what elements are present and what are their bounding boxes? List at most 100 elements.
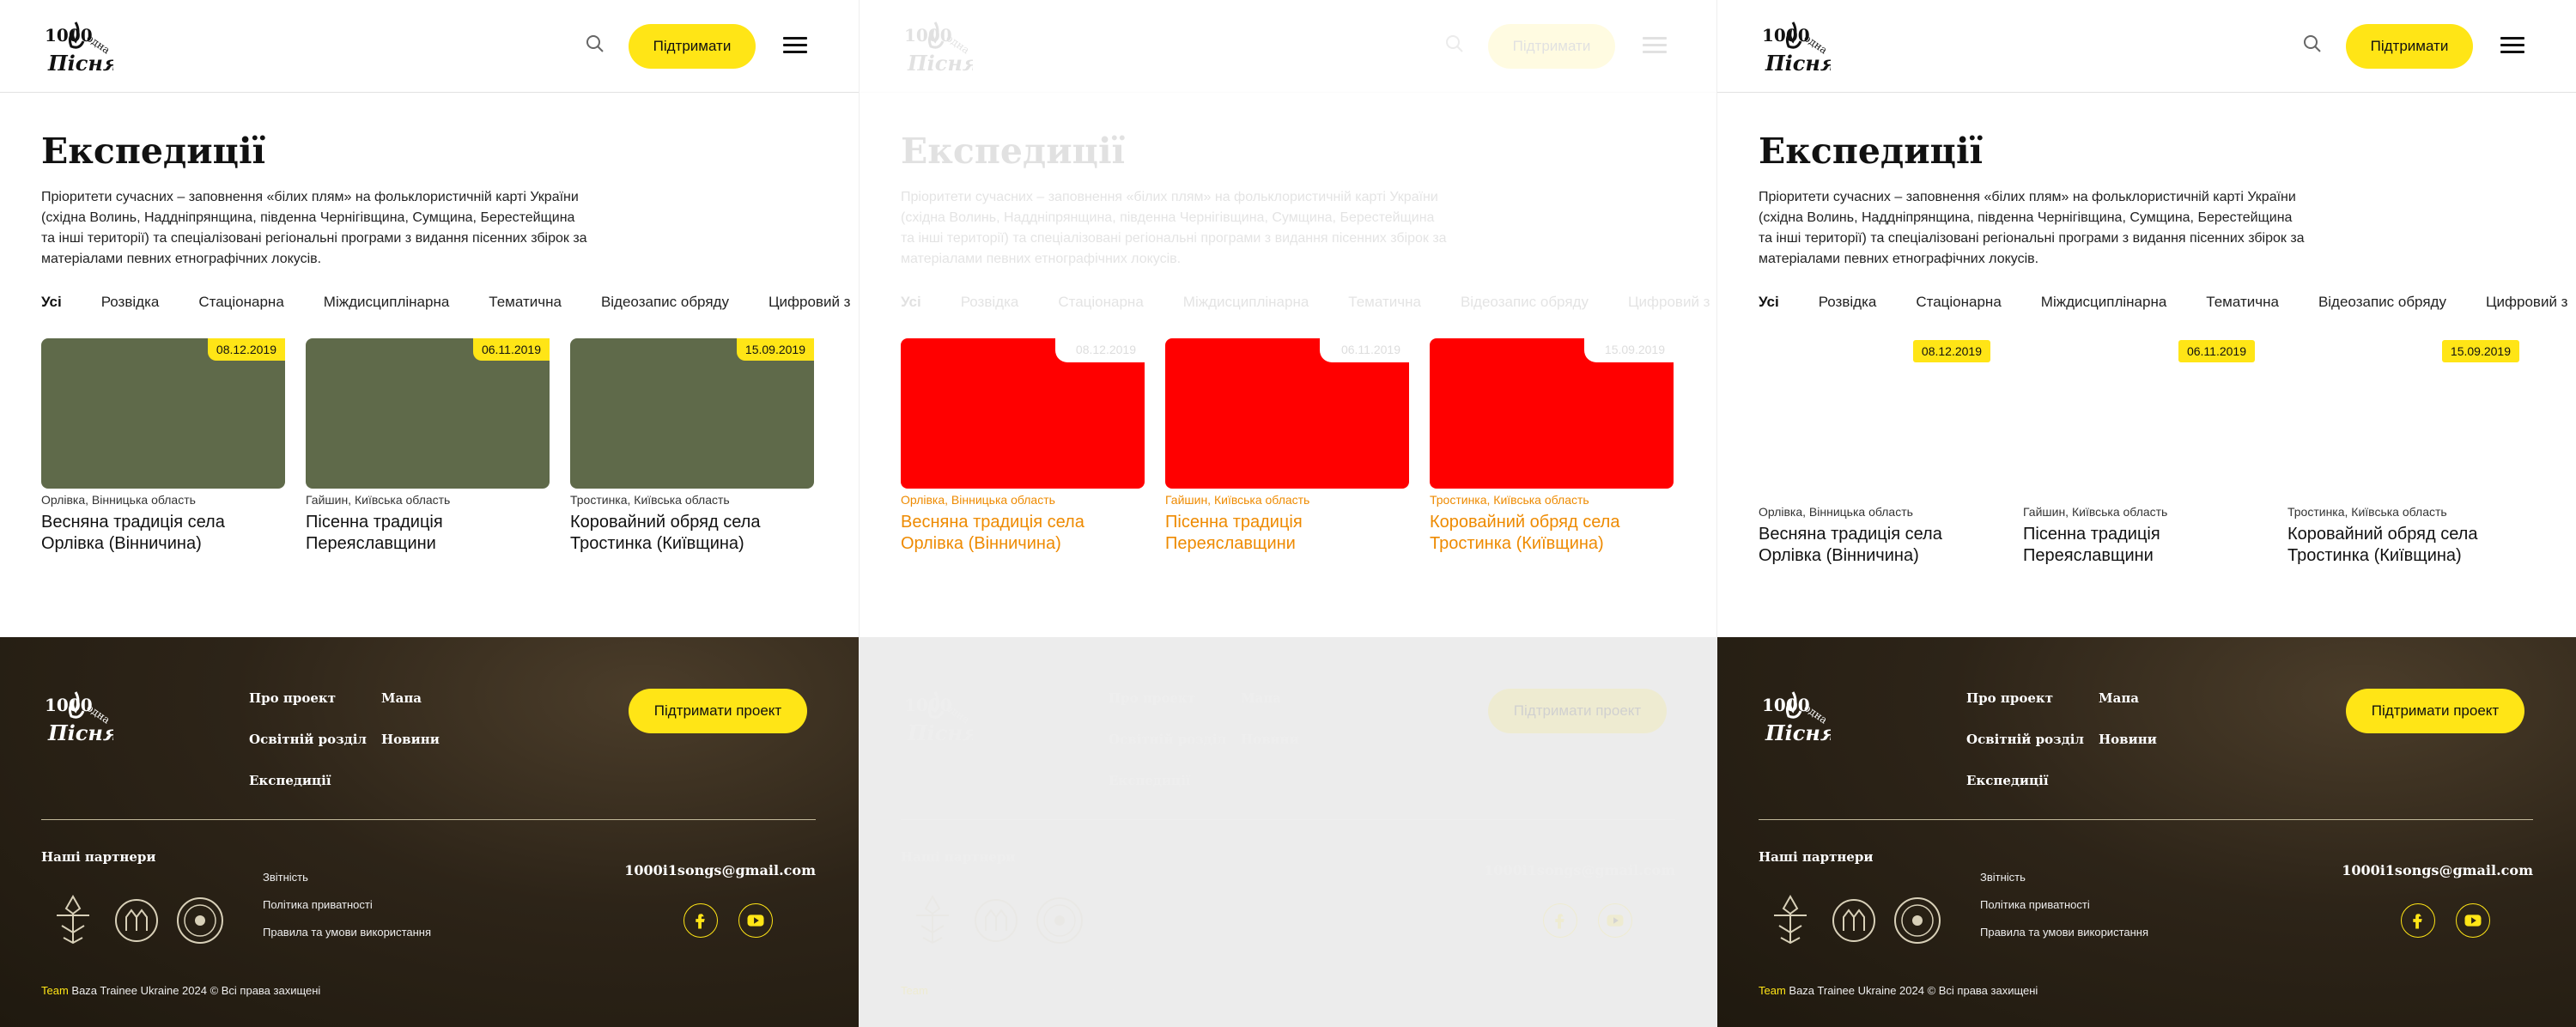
youtube-icon[interactable]	[2456, 903, 2490, 938]
search-icon[interactable]	[2301, 33, 2324, 55]
search-icon[interactable]	[1443, 33, 1466, 55]
filter-tab-reconnaissance[interactable]: Розвідка	[1819, 294, 1877, 311]
footer-link-privacy[interactable]: Політика приватності	[1980, 898, 2090, 911]
footer-nav-news[interactable]: Новини	[1241, 732, 1299, 747]
filter-tab-digital[interactable]: Цифровий з	[1628, 294, 1710, 311]
footer-nav-map[interactable]: Мапа	[1241, 690, 1281, 706]
filter-tab-thematic[interactable]: Тематична	[2206, 294, 2279, 311]
expedition-card[interactable]: 15.09.2019 Тростинка, Київська область К…	[570, 338, 814, 562]
search-icon[interactable]	[584, 33, 606, 55]
copyright: Team Baza Trainee Ukraine 2024 © Всі пра…	[41, 984, 320, 997]
support-button[interactable]: Підтримати	[2346, 24, 2473, 69]
card-title[interactable]: Коровайний обряд села Тростинка (Київщин…	[570, 512, 814, 555]
filter-tab-thematic[interactable]: Тематична	[489, 294, 562, 311]
card-title[interactable]: Пісенна традиція Переяславщини	[2023, 524, 2267, 567]
support-button[interactable]: Підтримати	[1488, 24, 1615, 69]
partner-seal-icon[interactable]	[175, 895, 225, 946]
partner-seal-icon[interactable]	[1893, 895, 1942, 946]
filter-tab-video[interactable]: Відеозапис обряду	[2318, 294, 2446, 311]
footer-email[interactable]: 1000i1songs@gmail.com	[1484, 862, 1675, 878]
filter-tab-stationary[interactable]: Стаціонарна	[1916, 294, 2001, 311]
menu-icon[interactable]	[2500, 33, 2524, 55]
card-title[interactable]: Пісенна традиція Переяславщини	[306, 512, 550, 555]
filter-tab-digital[interactable]: Цифровий з	[769, 294, 851, 311]
filter-tab-stationary[interactable]: Стаціонарна	[1058, 294, 1143, 311]
filter-tab-digital[interactable]: Цифровий з	[2486, 294, 2568, 311]
filter-tab-video[interactable]: Відеозапис обряду	[1461, 294, 1589, 311]
expedition-card[interactable]: 06.11.2019 Гайшин, Київська область Пісе…	[306, 338, 550, 562]
footer-nav-map[interactable]: Мапа	[2099, 690, 2139, 706]
partner-academy-icon[interactable]	[1829, 895, 1879, 946]
footer-email[interactable]: 1000i1songs@gmail.com	[624, 862, 816, 878]
support-project-button[interactable]: Підтримати проект	[629, 689, 807, 733]
expedition-card[interactable]: 06.11.2019 Гайшин, Київська область Пісе…	[1165, 338, 1409, 562]
filter-tab-all[interactable]: Усі	[1759, 294, 1779, 311]
card-title[interactable]: Коровайний обряд села Тростинка (Київщин…	[2287, 524, 2531, 567]
card-title[interactable]: Весняна традиція села Орлівка (Вінничина…	[901, 512, 1145, 555]
footer-nav-expeditions[interactable]: Експедиції	[249, 773, 331, 788]
footer-nav-news[interactable]: Новини	[381, 732, 440, 747]
expedition-card[interactable]: 15.09.2019 Тростинка, Київська область К…	[1430, 338, 1674, 562]
facebook-icon[interactable]	[683, 903, 718, 938]
youtube-icon[interactable]	[1598, 903, 1632, 938]
facebook-icon[interactable]	[2401, 903, 2435, 938]
support-button[interactable]: Підтримати	[629, 24, 756, 69]
filter-tab-reconnaissance[interactable]: Розвідка	[961, 294, 1019, 311]
footer-logo-icon[interactable]: 1000 одна Пісня	[41, 682, 113, 750]
card-title[interactable]: Весняна традиція села Орлівка (Вінничина…	[1759, 524, 2002, 567]
footer-nav-map[interactable]: Мапа	[381, 690, 422, 706]
expedition-card[interactable]: 06.11.2019 Гайшин, Київська область Пісе…	[2023, 338, 2267, 565]
partner-ornament-icon[interactable]	[48, 895, 98, 946]
facebook-icon[interactable]	[1543, 903, 1577, 938]
footer-nav-about[interactable]: Про проект	[1966, 690, 2053, 706]
logo-icon[interactable]: 1000 одна Пісня	[1759, 15, 1831, 77]
filter-tab-all[interactable]: Усі	[41, 294, 62, 311]
footer-logo-icon[interactable]: 1000 одна Пісня	[1759, 682, 1831, 750]
footer-link-privacy[interactable]: Політика приватності	[263, 898, 373, 911]
filter-tab-video[interactable]: Відеозапис обряду	[601, 294, 729, 311]
footer-link-terms[interactable]: Правила та умови використання	[1980, 926, 2148, 939]
filter-tab-reconnaissance[interactable]: Розвідка	[101, 294, 160, 311]
partner-ornament-icon[interactable]	[1765, 895, 1815, 946]
expedition-card[interactable]: 08.12.2019 Орлівка, Вінницька область Ве…	[901, 338, 1145, 562]
footer-nav-education[interactable]: Освітній розділ	[1109, 732, 1226, 747]
expedition-card[interactable]: 08.12.2019 Орлівка, Вінницька область Ве…	[1759, 338, 2002, 565]
filter-tab-stationary[interactable]: Стаціонарна	[198, 294, 283, 311]
footer-logo-icon[interactable]: 1000 одна Пісня	[901, 682, 973, 750]
footer-link-terms[interactable]: Правила та умови використання	[1122, 926, 1291, 939]
logo-icon[interactable]: 1000 одна Пісня	[41, 15, 113, 77]
footer-nav-about[interactable]: Про проект	[1109, 690, 1195, 706]
youtube-icon[interactable]	[738, 903, 773, 938]
logo-icon[interactable]: 1000 одна Пісня	[901, 15, 973, 77]
footer-link-reports[interactable]: Звітність	[1980, 871, 2026, 884]
partner-seal-icon[interactable]	[1035, 895, 1084, 946]
footer-link-terms[interactable]: Правила та умови використання	[263, 926, 431, 939]
footer-nav-expeditions[interactable]: Експедиції	[1966, 773, 2049, 788]
footer-link-privacy[interactable]: Політика приватності	[1122, 898, 1232, 911]
footer-email[interactable]: 1000i1songs@gmail.com	[2342, 862, 2533, 878]
partner-academy-icon[interactable]	[112, 895, 161, 946]
menu-icon[interactable]	[1643, 33, 1667, 55]
filter-tab-interdisciplinary[interactable]: Міждисциплінарна	[1183, 294, 1309, 311]
card-title[interactable]: Весняна традиція села Орлівка (Вінничина…	[41, 512, 285, 555]
filter-tab-interdisciplinary[interactable]: Міждисциплінарна	[324, 294, 450, 311]
filter-tab-thematic[interactable]: Тематична	[1348, 294, 1421, 311]
footer-nav-expeditions[interactable]: Експедиції	[1109, 773, 1191, 788]
expedition-card[interactable]: 08.12.2019 Орлівка, Вінницька область Ве…	[41, 338, 285, 562]
footer-nav-about[interactable]: Про проект	[249, 690, 336, 706]
support-project-button[interactable]: Підтримати проект	[1488, 689, 1667, 733]
card-title[interactable]: Коровайний обряд села Тростинка (Київщин…	[1430, 512, 1674, 555]
footer-nav-education[interactable]: Освітній розділ	[249, 732, 367, 747]
support-project-button[interactable]: Підтримати проект	[2346, 689, 2524, 733]
footer-link-reports[interactable]: Звітність	[1122, 871, 1168, 884]
menu-icon[interactable]	[783, 33, 807, 55]
partner-ornament-icon[interactable]	[908, 895, 957, 946]
footer-link-reports[interactable]: Звітність	[263, 871, 308, 884]
expedition-card[interactable]: 15.09.2019 Тростинка, Київська область К…	[2287, 338, 2531, 565]
footer-nav-education[interactable]: Освітній розділ	[1966, 732, 2084, 747]
footer-nav-news[interactable]: Новини	[2099, 732, 2157, 747]
filter-tab-all[interactable]: Усі	[901, 294, 921, 311]
filter-tab-interdisciplinary[interactable]: Міждисциплінарна	[2041, 294, 2167, 311]
card-title[interactable]: Пісенна традиція Переяславщини	[1165, 512, 1409, 555]
partner-academy-icon[interactable]	[971, 895, 1021, 946]
